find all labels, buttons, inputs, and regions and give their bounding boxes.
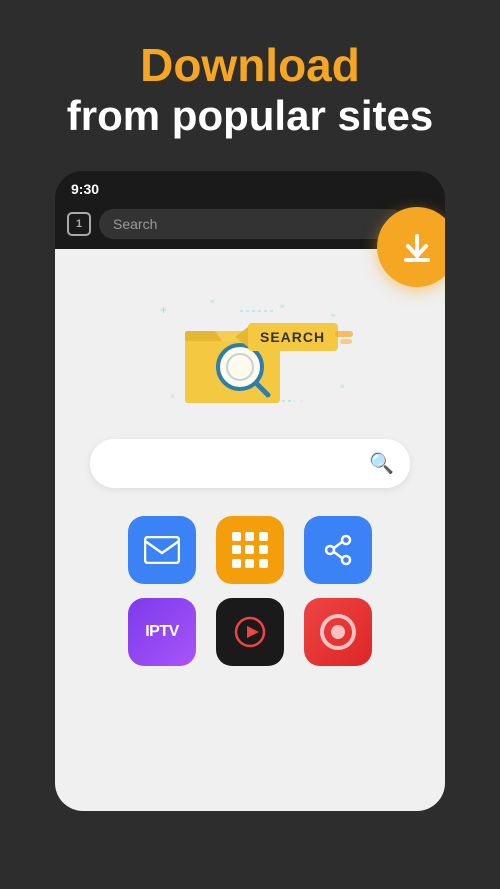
title-download: Download <box>140 40 360 91</box>
app-icon-music[interactable] <box>304 598 372 666</box>
browser-content: + × × + × - × <box>55 249 445 811</box>
iptv-label: IPTV <box>145 623 179 641</box>
grid-icon <box>232 532 268 568</box>
app-icon-mail[interactable] <box>128 516 196 584</box>
app-icons-grid: IPTV <box>128 516 372 666</box>
svg-text:-: - <box>300 396 303 407</box>
svg-text:SEARCH: SEARCH <box>260 329 325 345</box>
app-icons-row-2: IPTV <box>128 598 372 666</box>
status-time: 9:30 <box>71 181 99 197</box>
svg-text:×: × <box>340 382 345 391</box>
play-icon <box>232 614 268 650</box>
svg-text:×: × <box>210 297 215 306</box>
mail-icon <box>144 536 180 564</box>
music-icon <box>320 614 356 650</box>
app-icon-iptv[interactable]: IPTV <box>128 598 196 666</box>
search-magnify-icon: 🔍 <box>369 451 394 476</box>
music-inner-circle <box>331 625 345 639</box>
tab-badge[interactable]: 1 <box>67 212 91 236</box>
svg-text:×: × <box>170 392 175 401</box>
share-icon <box>322 534 354 566</box>
phone-mockup: 9:30 1 Search ↻ + × × + × - <box>55 171 445 811</box>
status-bar: 9:30 <box>55 171 445 203</box>
header-section: Download from popular sites <box>0 0 500 171</box>
download-arrow-icon <box>398 228 436 266</box>
app-icon-play[interactable] <box>216 598 284 666</box>
browser-search-bar[interactable]: Search <box>99 209 406 239</box>
svg-text:×: × <box>280 302 285 311</box>
app-icon-share[interactable] <box>304 516 372 584</box>
title-subtitle: from popular sites <box>67 91 433 141</box>
svg-text:+: + <box>330 311 336 322</box>
search-placeholder-text: Search <box>113 216 157 232</box>
search-illustration: + × × + × - × <box>140 289 360 419</box>
browser-search-input[interactable]: 🔍 <box>90 439 410 488</box>
app-icon-grid[interactable] <box>216 516 284 584</box>
svg-text:+: + <box>160 303 167 317</box>
app-icons-row-1 <box>128 516 372 584</box>
